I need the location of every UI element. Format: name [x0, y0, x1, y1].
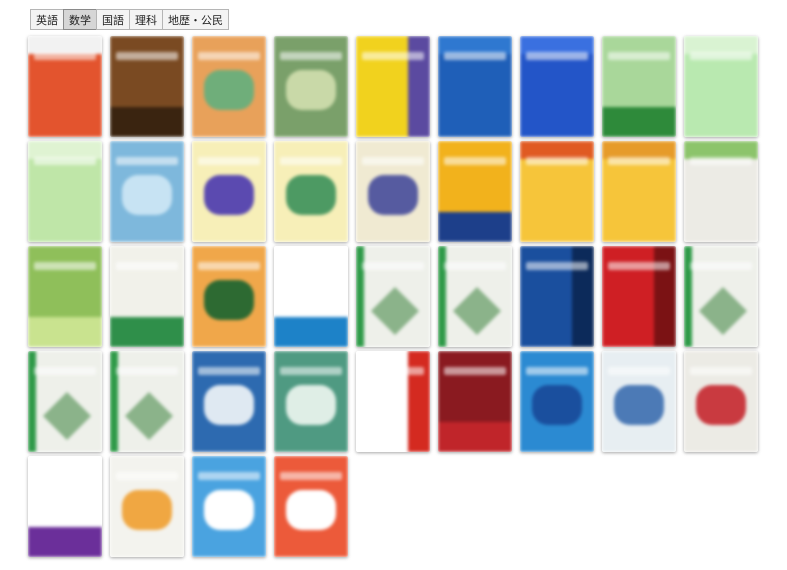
book-cover[interactable] [28, 36, 102, 137]
book-cover-image [192, 246, 266, 347]
book-cover[interactable] [356, 36, 430, 137]
book-cover[interactable] [684, 246, 758, 347]
book-cover-image [602, 36, 676, 137]
book-cover-image [684, 351, 758, 452]
book-cover[interactable] [28, 141, 102, 242]
book-cover-image [438, 351, 512, 452]
book-cover-image [28, 351, 102, 452]
book-cover[interactable] [438, 351, 512, 452]
book-cover-image [520, 141, 594, 242]
book-cover-image [110, 351, 184, 452]
book-cover[interactable] [192, 456, 266, 557]
subject-tabs: 英語 数学 国語 理科 地歴・公民 [30, 9, 229, 30]
book-cover-image [110, 141, 184, 242]
book-cover[interactable] [192, 246, 266, 347]
book-cover[interactable] [438, 36, 512, 137]
book-cover-image [438, 36, 512, 137]
book-cover[interactable] [192, 36, 266, 137]
book-cover[interactable] [28, 456, 102, 557]
book-cover[interactable] [274, 141, 348, 242]
book-cover-image [274, 141, 348, 242]
book-cover-image [602, 351, 676, 452]
book-cover-image [438, 141, 512, 242]
book-cover-image [28, 141, 102, 242]
book-cover-image [520, 351, 594, 452]
tab-1[interactable]: 数学 [63, 9, 96, 30]
book-cover-image [28, 246, 102, 347]
book-cover-image [356, 246, 430, 347]
book-cover[interactable] [520, 351, 594, 452]
book-cover-image [684, 246, 758, 347]
tab-3[interactable]: 理科 [129, 9, 162, 30]
book-cover[interactable] [110, 36, 184, 137]
book-cover-image [274, 351, 348, 452]
book-cover-image [520, 36, 594, 137]
book-cover[interactable] [110, 246, 184, 347]
book-cover-image [274, 456, 348, 557]
book-cover-image [192, 351, 266, 452]
book-cover[interactable] [274, 246, 348, 347]
book-cover[interactable] [192, 141, 266, 242]
book-cover[interactable] [28, 351, 102, 452]
book-cover[interactable] [356, 141, 430, 242]
book-cover[interactable] [520, 246, 594, 347]
book-cover-image [684, 141, 758, 242]
book-cover[interactable] [110, 141, 184, 242]
book-cover-image [28, 456, 102, 557]
book-cover[interactable] [356, 246, 430, 347]
book-cover[interactable] [520, 141, 594, 242]
book-cover[interactable] [192, 351, 266, 452]
book-cover[interactable] [602, 141, 676, 242]
book-cover-image [110, 246, 184, 347]
book-cover-image [192, 36, 266, 137]
book-cover-image [438, 246, 512, 347]
tab-2[interactable]: 国語 [96, 9, 129, 30]
book-cover[interactable] [684, 141, 758, 242]
book-cover[interactable] [602, 351, 676, 452]
book-cover-image [192, 456, 266, 557]
book-cover[interactable] [602, 36, 676, 137]
book-cover-image [602, 246, 676, 347]
tab-4[interactable]: 地歴・公民 [162, 9, 229, 30]
book-cover-image [520, 246, 594, 347]
book-cover-image [356, 351, 430, 452]
book-cover[interactable] [274, 456, 348, 557]
book-cover[interactable] [520, 36, 594, 137]
book-cover-image [684, 36, 758, 137]
book-cover-image [274, 36, 348, 137]
book-cover-image [602, 141, 676, 242]
book-cover-image [274, 246, 348, 347]
book-cover[interactable] [438, 246, 512, 347]
book-cover[interactable] [110, 456, 184, 557]
book-cover[interactable] [110, 351, 184, 452]
tab-0[interactable]: 英語 [30, 9, 63, 30]
book-cover-image [192, 141, 266, 242]
book-cover[interactable] [684, 36, 758, 137]
book-cover[interactable] [356, 351, 430, 452]
book-cover[interactable] [274, 36, 348, 137]
book-cover-image [110, 456, 184, 557]
book-cover[interactable] [274, 351, 348, 452]
book-cover-image [28, 36, 102, 137]
book-cover-image [356, 36, 430, 137]
book-cover-image [356, 141, 430, 242]
book-cover[interactable] [684, 351, 758, 452]
book-cover[interactable] [28, 246, 102, 347]
book-grid [28, 36, 758, 557]
book-cover-image [110, 36, 184, 137]
book-cover[interactable] [602, 246, 676, 347]
book-cover[interactable] [438, 141, 512, 242]
